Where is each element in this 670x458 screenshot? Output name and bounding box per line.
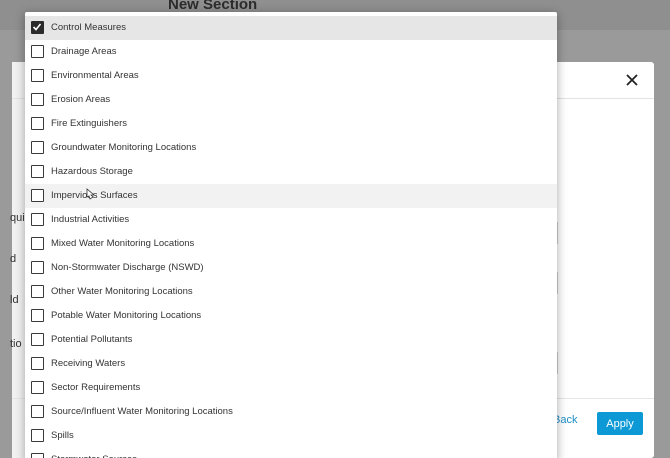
close-icon[interactable] (622, 70, 642, 90)
checkbox-icon[interactable] (31, 285, 44, 298)
dropdown-option-label: Industrial Activities (51, 214, 130, 225)
checkbox-icon[interactable] (31, 333, 44, 346)
dropdown-option[interactable]: Potential Pollutants (25, 328, 557, 352)
dropdown-option-label: Environmental Areas (51, 70, 139, 81)
side-label-fragment: ld (10, 294, 19, 306)
dropdown-option[interactable]: Other Water Monitoring Locations (25, 280, 557, 304)
dropdown-option-label: Other Water Monitoring Locations (51, 286, 193, 297)
checkbox-icon[interactable] (31, 453, 44, 458)
checkbox-icon[interactable] (31, 237, 44, 250)
dropdown-option[interactable]: Stormwater Sources (25, 448, 557, 458)
dropdown-option[interactable]: Receiving Waters (25, 352, 557, 376)
side-label-fragment: tio (10, 338, 22, 350)
checkbox-icon[interactable] (31, 381, 44, 394)
apply-button[interactable]: Apply (597, 412, 643, 435)
dropdown-option-label: Source/Influent Water Monitoring Locatio… (51, 406, 233, 417)
checkbox-checked-icon[interactable] (31, 21, 44, 34)
dropdown-option[interactable]: Control Measures (25, 16, 557, 40)
checkbox-icon[interactable] (31, 213, 44, 226)
dropdown-option-label: Groundwater Monitoring Locations (51, 142, 197, 153)
checkbox-icon[interactable] (31, 69, 44, 82)
side-label-fragment: qui (10, 212, 25, 224)
dropdown-option-label: Mixed Water Monitoring Locations (51, 238, 195, 249)
checkbox-icon[interactable] (31, 117, 44, 130)
dropdown-option-label: Non-Stormwater Discharge (NSWD) (51, 262, 204, 273)
dropdown-option[interactable]: Groundwater Monitoring Locations (25, 136, 557, 160)
checkbox-icon[interactable] (31, 357, 44, 370)
dropdown-option-label: Sector Requirements (51, 382, 141, 393)
dropdown-option[interactable]: Impervious Surfaces (25, 184, 557, 208)
mouse-cursor-icon (86, 188, 96, 200)
dropdown-option[interactable]: Fire Extinguishers (25, 112, 557, 136)
dropdown-option[interactable]: Hazardous Storage (25, 160, 557, 184)
dropdown-option[interactable]: Mixed Water Monitoring Locations (25, 232, 557, 256)
dropdown-option[interactable]: Industrial Activities (25, 208, 557, 232)
dropdown-option-label: Drainage Areas (51, 46, 117, 57)
checkbox-icon[interactable] (31, 165, 44, 178)
dropdown-option[interactable]: Spills (25, 424, 557, 448)
dropdown-option-label: Spills (51, 430, 74, 441)
dropdown-option[interactable]: Environmental Areas (25, 64, 557, 88)
checkbox-icon[interactable] (31, 45, 44, 58)
dropdown-option[interactable]: Source/Influent Water Monitoring Locatio… (25, 400, 557, 424)
checkbox-icon[interactable] (31, 429, 44, 442)
dropdown-option-label: Erosion Areas (51, 94, 111, 105)
layer-dropdown-list[interactable]: Control Measures Drainage Areas Environmen… (25, 12, 557, 458)
checkbox-icon[interactable] (31, 189, 44, 202)
dropdown-option-label: Control Measures (51, 22, 126, 33)
dropdown-option[interactable]: Non-Stormwater Discharge (NSWD) (25, 256, 557, 280)
dropdown-option-label: Potential Pollutants (51, 334, 133, 345)
dropdown-option[interactable]: Erosion Areas (25, 88, 557, 112)
dropdown-option-label: Fire Extinguishers (51, 118, 128, 129)
checkbox-icon[interactable] (31, 405, 44, 418)
dropdown-option-label: Potable Water Monitoring Locations (51, 310, 202, 321)
dropdown-option[interactable]: Potable Water Monitoring Locations (25, 304, 557, 328)
dropdown-option[interactable]: Drainage Areas (25, 40, 557, 64)
dropdown-option[interactable]: Sector Requirements (25, 376, 557, 400)
checkbox-icon[interactable] (31, 93, 44, 106)
checkbox-icon[interactable] (31, 141, 44, 154)
checkbox-icon[interactable] (31, 309, 44, 322)
dropdown-option-label: Stormwater Sources (51, 454, 137, 458)
side-label-fragment: d (10, 253, 17, 265)
dropdown-option-label: Hazardous Storage (51, 166, 133, 177)
checkbox-icon[interactable] (31, 261, 44, 274)
dropdown-option-label: Receiving Waters (51, 358, 126, 369)
